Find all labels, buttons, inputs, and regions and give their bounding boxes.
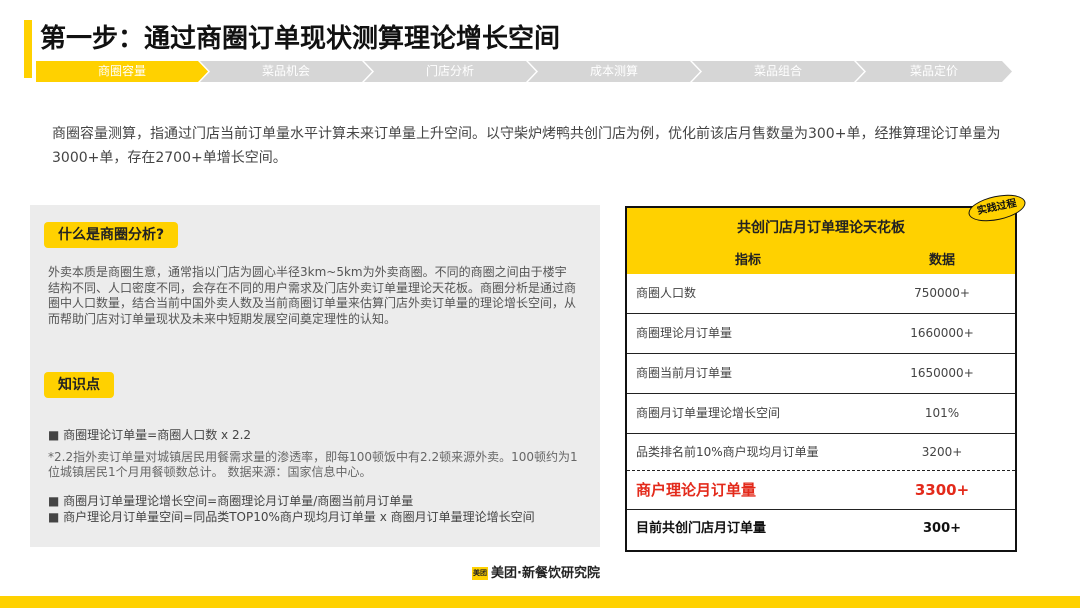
- knowledge-point-label: 知识点: [44, 372, 114, 398]
- row-value: 1650000+: [910, 366, 974, 380]
- page-title: 第一步：通过商圈订单现状测算理论增长空间: [40, 24, 561, 54]
- header-indicator: 指标: [734, 253, 761, 268]
- row-value: 750000+: [914, 286, 970, 300]
- step-store-analysis[interactable]: 门店分析: [364, 61, 536, 82]
- row-label: 商圈理论月订单量: [636, 326, 733, 340]
- table-row: 目前共创门店月订单量 300+: [627, 510, 1015, 548]
- row-label: 商圈当前月订单量: [636, 366, 733, 380]
- row-value: 101%: [924, 406, 960, 420]
- table-row: 品类排名前10%商户现均月订单量 3200+: [627, 434, 1015, 471]
- table-row: 商圈月订单量理论增长空间 101%: [627, 394, 1015, 434]
- row-value: 3300+: [914, 481, 970, 499]
- row-value: 1660000+: [910, 326, 974, 340]
- title-accent-bar: [24, 20, 32, 78]
- brand-footer: 美团 美团·新餐饮研究院: [472, 562, 600, 581]
- market-analysis-description: 外卖本质是商圈生意，通常指以门店为圆心半径3km~5km为外卖商圈。不同的商圈之…: [48, 265, 577, 326]
- step-dish-combo[interactable]: 菜品组合: [692, 61, 864, 82]
- meituan-logo-icon: 美团: [472, 567, 488, 580]
- step-dish-pricing[interactable]: 菜品定价: [856, 61, 1012, 82]
- formula-footnote: *2.2指外卖订单量对城镇居民用餐需求量的渗透率，即每100顿饭中有2.2顿来源…: [48, 450, 578, 479]
- row-label: 商圈人口数: [636, 286, 697, 300]
- row-label: 商户理论月订单量: [636, 481, 757, 499]
- bottom-accent-bar: [0, 596, 1080, 608]
- intro-paragraph: 商圈容量测算，指通过门店当前订单量水平计算未来订单量上升空间。以守柴炉烤鸭共创门…: [52, 126, 1001, 166]
- table-row: 商圈人口数 750000+: [627, 274, 1015, 314]
- formula-merchant-space: ■ 商户理论月订单量空间=同品类TOP10%商户现均月订单量 x 商圈月订单量理…: [48, 510, 535, 524]
- header-data: 数据: [928, 253, 955, 268]
- table-row: 商圈当前月订单量 1650000+: [627, 354, 1015, 394]
- question-label-what-is-market: 什么是商圈分析?: [44, 222, 179, 248]
- step-dish-opportunity[interactable]: 菜品机会: [200, 61, 372, 82]
- row-label: 目前共创门店月订单量: [636, 521, 767, 536]
- step-progress-bar: 商圈容量 菜品机会 门店分析 成本测算 菜品组合 菜品定价: [36, 61, 1012, 82]
- table-row-highlight: 商户理论月订单量 3300+: [627, 471, 1015, 510]
- row-label: 品类排名前10%商户现均月订单量: [636, 445, 819, 459]
- formula-growth-space: ■ 商圈月订单量理论增长空间=商圈理论月订单量/商圈当前月订单量: [48, 494, 414, 508]
- row-value: 3200+: [921, 445, 963, 459]
- step-market-capacity[interactable]: 商圈容量: [36, 61, 208, 82]
- table-row: 商圈理论月订单量 1660000+: [627, 314, 1015, 354]
- row-value: 300+: [922, 521, 962, 536]
- step-cost-calculation[interactable]: 成本测算: [528, 61, 700, 82]
- brand-name: 美团·新餐饮研究院: [491, 566, 600, 581]
- table-title: 共创门店月订单理论天花板: [627, 208, 1015, 249]
- formula-theoretical-orders: ■ 商圈理论订单量=商圈人口数 x 2.2: [48, 428, 252, 442]
- table-header-row: 指标 数据: [627, 248, 1015, 274]
- order-ceiling-table: 共创门店月订单理论天花板 指标 数据 商圈人口数 750000+ 商圈理论月订单量…: [625, 206, 1017, 552]
- row-label: 商圈月订单量理论增长空间: [636, 406, 781, 420]
